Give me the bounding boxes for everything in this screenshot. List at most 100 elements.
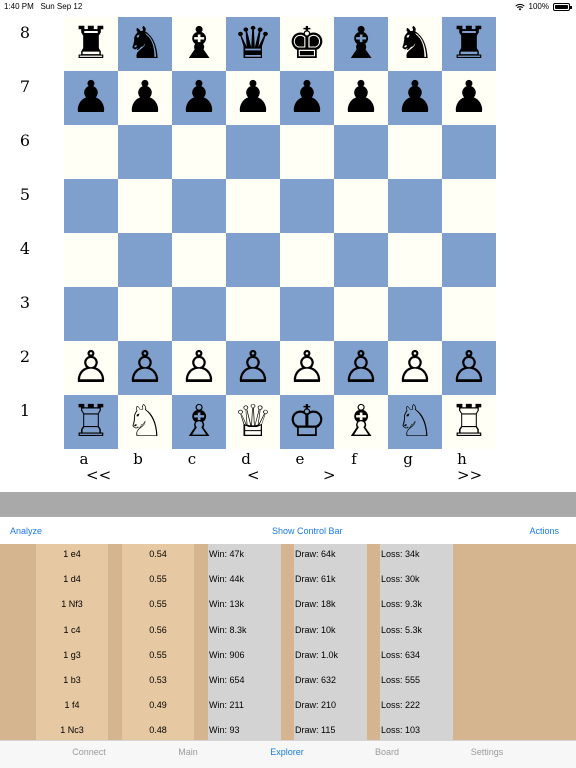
explorer-row[interactable]: 1 d4 0.55 Win: 44k Draw: 61k Loss: 30k [0,569,576,594]
chess-piece[interactable]: ♟ [125,76,164,120]
square-d5[interactable] [226,179,280,233]
analyze-button[interactable]: Analyze [10,526,42,536]
square-d8[interactable]: ♛ [226,17,280,71]
square-h3[interactable] [442,287,496,341]
square-e8[interactable]: ♚ [280,17,334,71]
square-h2[interactable]: ♙ [442,341,496,395]
square-b2[interactable]: ♙ [118,341,172,395]
square-e2[interactable]: ♙ [280,341,334,395]
square-c2[interactable]: ♙ [172,341,226,395]
chess-piece[interactable]: ♙ [125,346,164,390]
square-b1[interactable]: ♘ [118,395,172,449]
square-e6[interactable] [280,125,334,179]
square-a6[interactable] [64,125,118,179]
square-c7[interactable]: ♟ [172,71,226,125]
square-a8[interactable]: ♜ [64,17,118,71]
chess-piece[interactable]: ♙ [287,346,326,390]
tab-settings[interactable]: Settings [447,747,527,757]
panel-divider[interactable] [0,492,576,517]
previous-move-button[interactable]: < [247,466,260,484]
square-b7[interactable]: ♟ [118,71,172,125]
tab-main[interactable]: Main [148,747,228,757]
square-c4[interactable] [172,233,226,287]
square-f7[interactable]: ♟ [334,71,388,125]
square-a2[interactable]: ♙ [64,341,118,395]
last-move-button[interactable]: >> [457,466,482,484]
square-d1[interactable]: ♕ [226,395,280,449]
square-c5[interactable] [172,179,226,233]
chess-piece[interactable]: ♟ [395,76,434,120]
actions-button[interactable]: Actions [529,526,559,536]
square-f4[interactable] [334,233,388,287]
chess-piece[interactable]: ♙ [341,346,380,390]
chess-piece[interactable]: ♗ [341,400,380,444]
chess-piece[interactable]: ♖ [71,400,110,444]
square-e4[interactable] [280,233,334,287]
square-g4[interactable] [388,233,442,287]
square-a4[interactable] [64,233,118,287]
square-f8[interactable]: ♝ [334,17,388,71]
square-d3[interactable] [226,287,280,341]
chess-piece[interactable]: ♟ [449,76,488,120]
chess-piece[interactable]: ♙ [449,346,488,390]
chess-piece[interactable]: ♙ [233,346,272,390]
tab-explorer[interactable]: Explorer [247,747,327,757]
chess-piece[interactable]: ♝ [179,22,218,66]
square-f1[interactable]: ♗ [334,395,388,449]
square-c6[interactable] [172,125,226,179]
explorer-row[interactable]: 1 g3 0.55 Win: 906 Draw: 1.0k Loss: 634 [0,645,576,670]
square-c3[interactable] [172,287,226,341]
square-a5[interactable] [64,179,118,233]
square-g8[interactable]: ♞ [388,17,442,71]
chess-piece[interactable]: ♚ [287,22,326,66]
square-e7[interactable]: ♟ [280,71,334,125]
explorer-row[interactable]: 1 e4 0.54 Win: 47k Draw: 64k Loss: 34k [0,544,576,569]
explorer-row[interactable]: 1 c4 0.56 Win: 8.3k Draw: 10k Loss: 5.3k [0,620,576,645]
square-d2[interactable]: ♙ [226,341,280,395]
square-d6[interactable] [226,125,280,179]
square-f3[interactable] [334,287,388,341]
square-g7[interactable]: ♟ [388,71,442,125]
square-e3[interactable] [280,287,334,341]
chess-piece[interactable]: ♟ [287,76,326,120]
chess-piece[interactable]: ♞ [125,22,164,66]
square-f5[interactable] [334,179,388,233]
chess-piece[interactable]: ♜ [71,22,110,66]
square-a1[interactable]: ♖ [64,395,118,449]
square-a7[interactable]: ♟ [64,71,118,125]
chess-piece[interactable]: ♘ [125,400,164,444]
square-b6[interactable] [118,125,172,179]
chess-piece[interactable]: ♕ [233,400,272,444]
square-c1[interactable]: ♗ [172,395,226,449]
explorer-row[interactable]: 1 b3 0.53 Win: 654 Draw: 632 Loss: 555 [0,670,576,695]
chess-board[interactable]: ♜ ♞ ♝ ♛ ♚ ♝ ♞ ♜ ♟ ♟ ♟ ♟ ♟ ♟ ♟ ♟ ♙ ♙ ♙ ♙ ♙ ♙ ♙ ♙ ♖ ♘ ♗ ♕ ♔ ♗ ♘ ♖ [64,17,496,449]
square-h8[interactable]: ♜ [442,17,496,71]
chess-piece[interactable]: ♘ [395,400,434,444]
explorer-row[interactable]: 1 f4 0.49 Win: 211 Draw: 210 Loss: 222 [0,695,576,720]
chess-piece[interactable]: ♝ [341,22,380,66]
explorer-row[interactable]: 1 Nf3 0.55 Win: 13k Draw: 18k Loss: 9.3k [0,594,576,619]
explorer-row[interactable]: 1 Nc3 0.48 Win: 93 Draw: 115 Loss: 103 [0,720,576,740]
tab-board[interactable]: Board [347,747,427,757]
chess-piece[interactable]: ♛ [233,22,272,66]
square-b5[interactable] [118,179,172,233]
square-d4[interactable] [226,233,280,287]
square-b4[interactable] [118,233,172,287]
square-h7[interactable]: ♟ [442,71,496,125]
square-f2[interactable]: ♙ [334,341,388,395]
chess-piece[interactable]: ♙ [395,346,434,390]
square-f6[interactable] [334,125,388,179]
chess-piece[interactable]: ♟ [71,76,110,120]
chess-piece[interactable]: ♗ [179,400,218,444]
chess-piece[interactable]: ♟ [341,76,380,120]
chess-piece[interactable]: ♟ [233,76,272,120]
square-g1[interactable]: ♘ [388,395,442,449]
chess-piece[interactable]: ♔ [287,400,326,444]
chess-piece[interactable]: ♞ [395,22,434,66]
square-e1[interactable]: ♔ [280,395,334,449]
square-e5[interactable] [280,179,334,233]
square-d7[interactable]: ♟ [226,71,280,125]
next-move-button[interactable]: > [323,466,336,484]
square-g6[interactable] [388,125,442,179]
square-g3[interactable] [388,287,442,341]
